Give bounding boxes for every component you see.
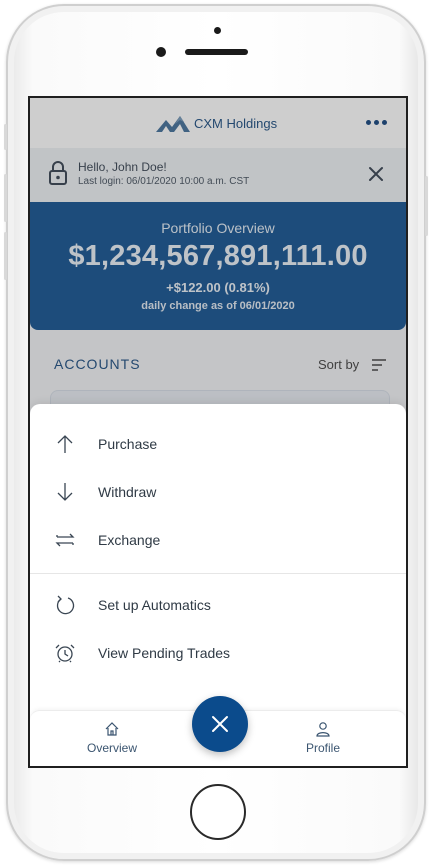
phone-volume-up <box>4 174 7 222</box>
tab-profile-label: Profile <box>305 741 340 755</box>
menu-item-label: Set up Automatics <box>98 597 211 613</box>
close-icon <box>212 716 228 732</box>
phone-silent-switch <box>4 124 7 150</box>
menu-item-label: Exchange <box>98 532 161 548</box>
menu-item-withdraw[interactable]: Withdraw <box>30 472 406 512</box>
menu-item-label: Purchase <box>98 436 158 452</box>
tab-profile[interactable]: Profile <box>278 711 368 766</box>
app-screen: CXM Holdings Hello, John Doe! Last login… <box>28 96 408 768</box>
proximity-sensor <box>156 47 166 57</box>
exchange-icon <box>55 533 75 547</box>
menu-item-purchase[interactable]: Purchase <box>30 424 406 464</box>
close-actions-button[interactable] <box>192 696 248 752</box>
menu-divider <box>30 573 406 574</box>
menu-item-label: View Pending Trades <box>98 645 231 661</box>
earpiece-speaker <box>185 49 248 55</box>
tab-overview[interactable]: Overview <box>67 711 157 766</box>
menu-item-label: Withdraw <box>98 484 157 500</box>
refresh-icon <box>56 595 75 615</box>
tab-overview-label: Overview <box>86 741 137 755</box>
front-camera <box>214 27 221 34</box>
phone-power-button <box>425 176 428 236</box>
home-button[interactable] <box>190 784 246 840</box>
menu-item-exchange[interactable]: Exchange <box>30 520 406 560</box>
arrow-up-icon <box>57 435 73 453</box>
alarm-clock-icon <box>55 644 75 663</box>
home-icon <box>105 722 119 736</box>
arrow-down-icon <box>57 483 73 501</box>
user-icon <box>316 722 330 737</box>
menu-item-view-pending-trades[interactable]: View Pending Trades <box>30 633 406 673</box>
phone-volume-down <box>4 232 7 280</box>
menu-item-set-up-automatics[interactable]: Set up Automatics <box>30 585 406 625</box>
